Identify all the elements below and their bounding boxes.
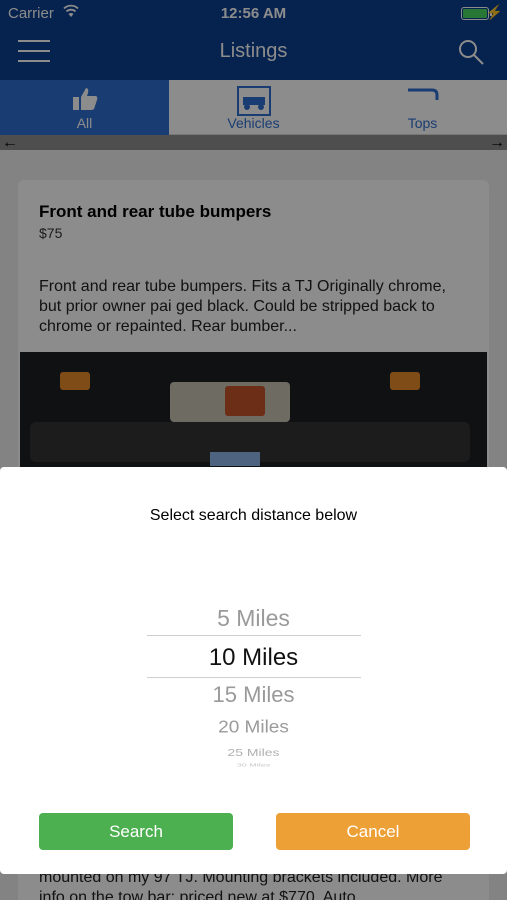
picker-option[interactable]: 25 Miles bbox=[0, 746, 507, 758]
picker-selection-bottom-line bbox=[147, 677, 361, 678]
picker-option[interactable]: 5 Miles bbox=[0, 605, 507, 632]
picker-selection-top-line bbox=[147, 635, 361, 636]
picker-option-selected[interactable]: 10 Miles bbox=[0, 644, 507, 672]
search-button[interactable]: Search bbox=[39, 813, 233, 850]
cancel-button[interactable]: Cancel bbox=[276, 813, 470, 850]
picker-option[interactable]: 20 Miles bbox=[0, 718, 507, 738]
sheet-prompt: Select search distance below bbox=[149, 507, 358, 524]
picker-option[interactable]: 30 Miles bbox=[0, 763, 507, 768]
distance-sheet: Select search distance below 5 Miles 10 … bbox=[0, 467, 507, 874]
picker-option[interactable]: 15 Miles bbox=[0, 682, 507, 708]
distance-picker[interactable]: 5 Miles 10 Miles 15 Miles 20 Miles 25 Mi… bbox=[0, 597, 507, 768]
